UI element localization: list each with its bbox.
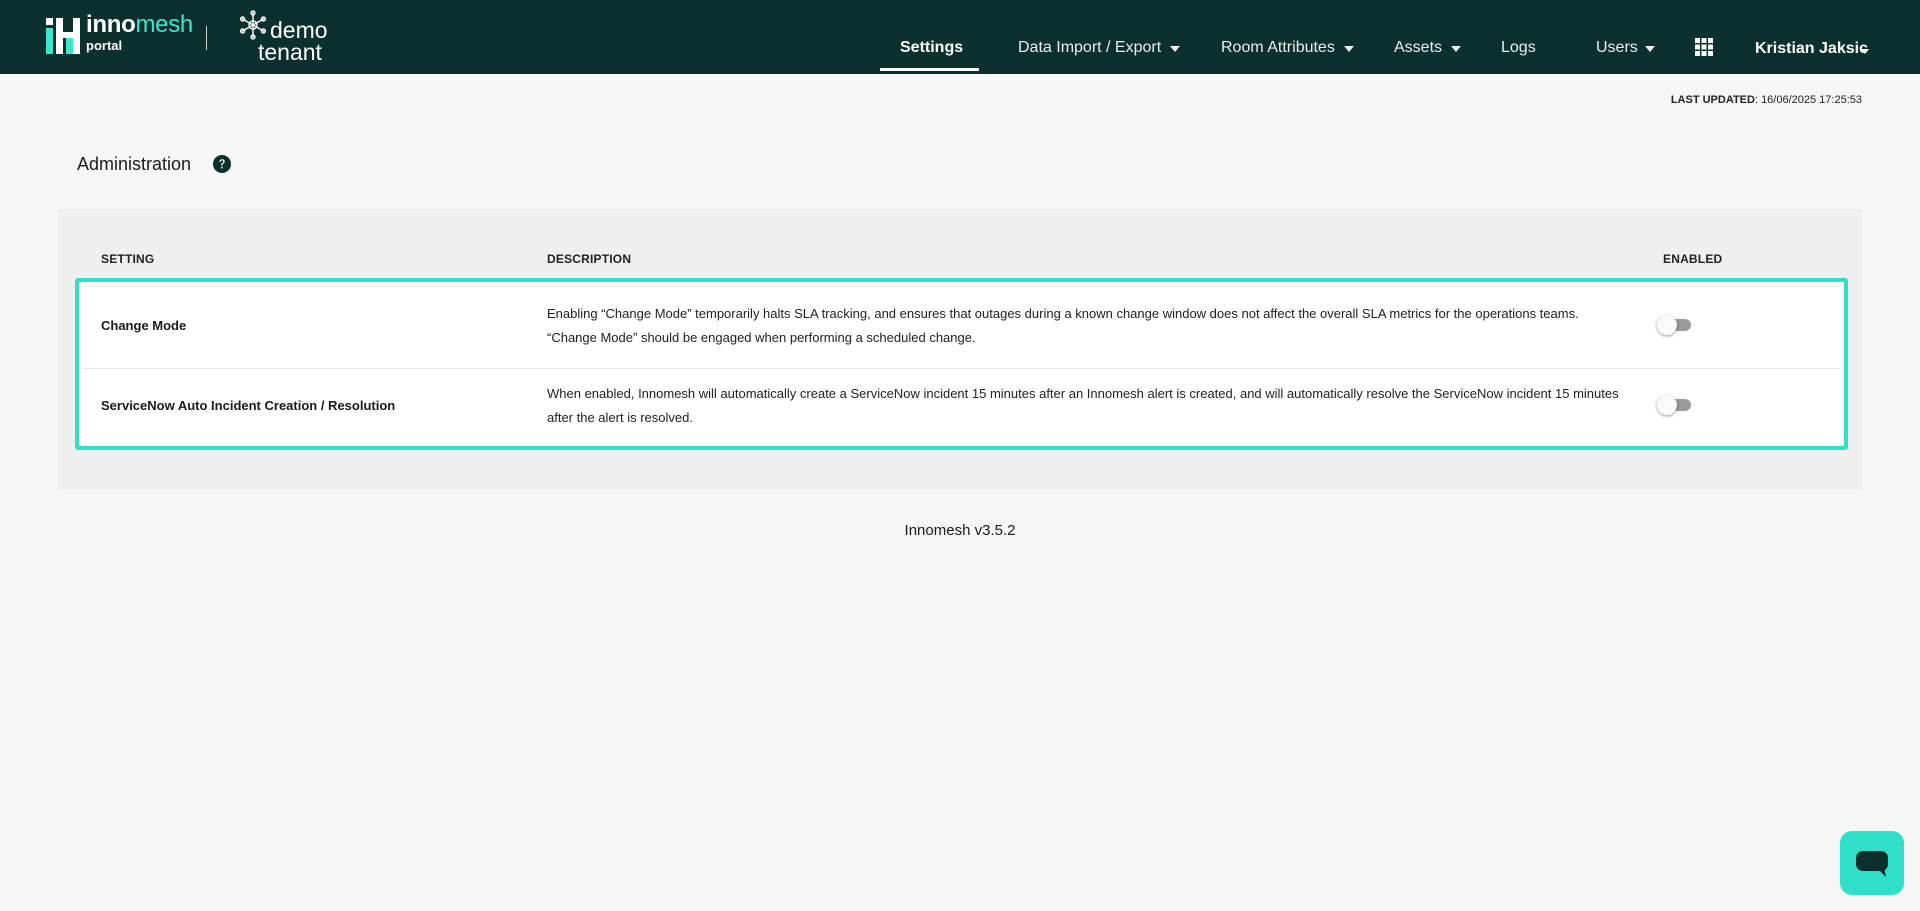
page-title: Administration xyxy=(77,154,192,174)
setting-description-change-mode: Enabling “Change Mode” temporarily halts… xyxy=(547,306,1579,345)
setting-description-servicenow-auto-incident: When enabled, Innomesh will automaticall… xyxy=(547,386,1619,425)
user-chevron-down-icon[interactable] xyxy=(1861,49,1869,54)
nav-users[interactable]: Users xyxy=(1596,38,1638,58)
column-header-setting: SETTING xyxy=(101,252,155,266)
row-divider xyxy=(83,368,1840,369)
top-navigation-bar: innomesh portal demo tenant Settings Dat… xyxy=(0,0,1920,74)
innomesh-logo-icon xyxy=(46,18,80,54)
tenant-name-line2: tenant xyxy=(258,39,322,65)
apps-grid-icon[interactable] xyxy=(1695,38,1713,56)
nav-data-import-export[interactable]: Data Import / Export xyxy=(1018,38,1161,58)
chat-bubble-icon xyxy=(1856,851,1888,877)
nav-settings[interactable]: Settings xyxy=(900,38,963,58)
nav-active-indicator xyxy=(880,68,979,71)
chevron-down-icon[interactable] xyxy=(1645,46,1655,52)
app-version: Innomesh v3.5.2 xyxy=(904,522,1016,539)
column-header-enabled: ENABLED xyxy=(1663,252,1723,266)
toggle-knob xyxy=(1657,315,1677,335)
column-header-description: DESCRIPTION xyxy=(547,252,632,266)
row-divider xyxy=(83,286,1840,287)
question-circle-icon[interactable] xyxy=(213,155,231,173)
toggle-knob xyxy=(1657,395,1677,415)
setting-name-change-mode: Change Mode xyxy=(101,318,187,333)
snowflake-icon xyxy=(239,10,267,40)
brand-subtitle: portal xyxy=(86,38,123,53)
change-mode-toggle[interactable] xyxy=(1657,315,1693,335)
chevron-down-icon[interactable] xyxy=(1170,46,1180,52)
brand-name: innomesh xyxy=(86,12,193,38)
logo-divider xyxy=(206,26,207,50)
chevron-down-icon[interactable] xyxy=(1344,46,1354,52)
user-menu[interactable]: Kristian Jaksic xyxy=(1755,40,1868,58)
setting-name-servicenow-auto-incident: ServiceNow Auto Incident Creation / Reso… xyxy=(101,398,396,413)
nav-assets[interactable]: Assets xyxy=(1394,38,1442,58)
brand-name-mesh: mesh xyxy=(135,11,193,38)
servicenow-auto-incident-toggle[interactable] xyxy=(1657,395,1693,415)
last-updated: LAST UPDATED: 16/06/2025 17:25:53 xyxy=(1671,94,1862,106)
chevron-down-icon[interactable] xyxy=(1451,46,1461,52)
last-updated-label: LAST UPDATED xyxy=(1670,94,1755,106)
nav-room-attributes[interactable]: Room Attributes xyxy=(1221,38,1335,58)
last-updated-value: : 16/06/2025 17:25:53 xyxy=(1754,94,1862,106)
brand-name-inno: inno xyxy=(86,11,136,38)
chat-button[interactable] xyxy=(1840,831,1904,895)
nav-logs[interactable]: Logs xyxy=(1501,38,1536,58)
